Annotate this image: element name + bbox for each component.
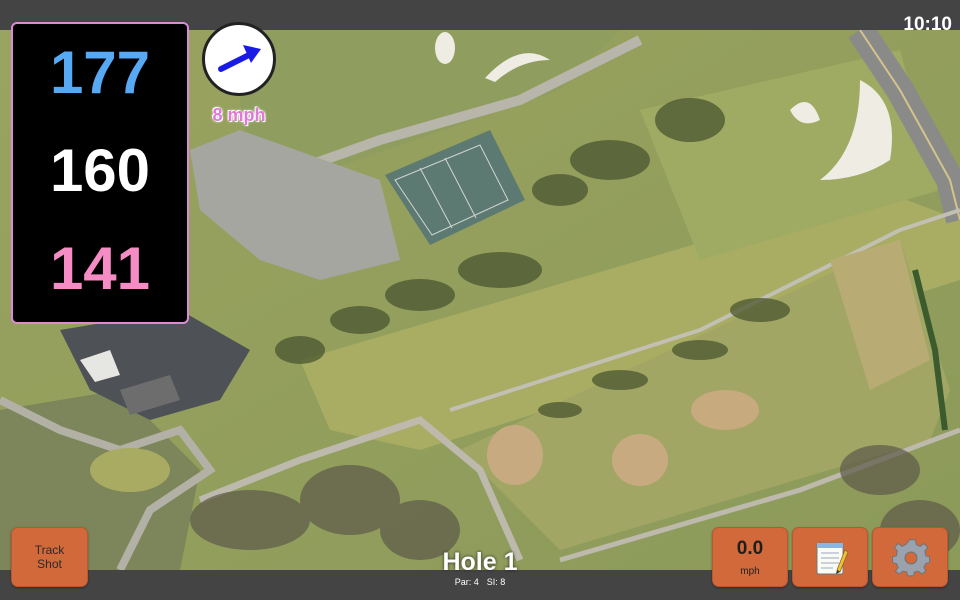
hole-par: Par: 4 (454, 577, 479, 587)
hole-stroke-index: SI: 8 (486, 577, 506, 587)
hole-title: Hole 1 (442, 548, 518, 576)
yardage-panel: 177 160 141 (11, 22, 189, 324)
wind-speed: 8 mph (212, 105, 266, 125)
hole-info: Par: 4 SI: 8 (380, 577, 580, 587)
speed-value: 0.0 (736, 537, 764, 559)
notepad-icon (816, 542, 849, 575)
notes-button[interactable] (792, 527, 868, 587)
track-shot-label-line2: Shot (37, 557, 62, 571)
track-shot-button[interactable]: Track Shot (11, 527, 88, 587)
gear-icon (892, 539, 931, 577)
track-shot-label-line1: Track (34, 543, 65, 557)
speed-unit: mph (740, 565, 760, 577)
settings-button[interactable] (872, 527, 948, 587)
wind-indicator (202, 22, 276, 96)
clock: 10:10 (903, 14, 952, 35)
middle-yardage: 160 (49, 137, 151, 204)
arrow-icon (218, 45, 261, 72)
swing-speed-button[interactable]: 0.0 mph (712, 527, 788, 587)
front-yardage: 141 (49, 235, 151, 302)
back-yardage: 177 (49, 39, 151, 106)
